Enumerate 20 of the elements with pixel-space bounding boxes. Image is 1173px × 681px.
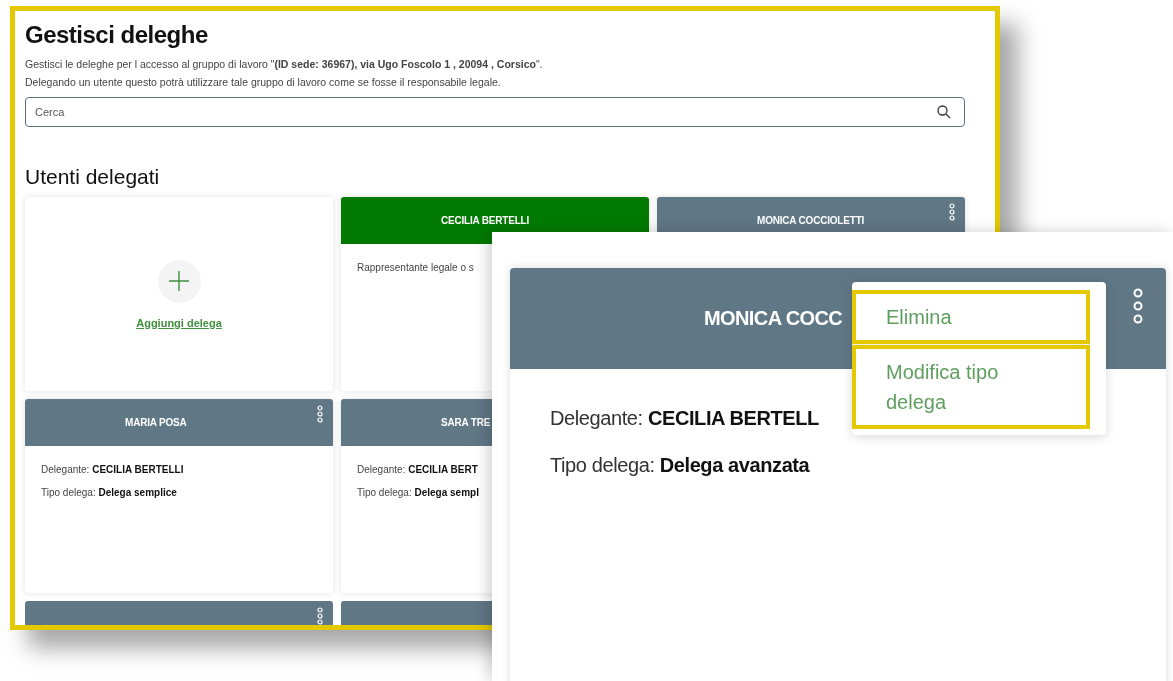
section-title: Utenti delegati <box>25 165 161 189</box>
card-text: Tipo delega: Delega avanzata <box>550 454 810 477</box>
card-text: Delegante: CECILIA BERTELLI <box>41 464 184 475</box>
intro-text: Gestisci le deleghe per l accesso al gruppo di lavoro "(ID sede: 36967), via Ugo Foscolo 1 , 20094 , Corsico". <box>25 57 544 71</box>
card-text: Tipo delega: Delega semplice <box>41 487 177 498</box>
card-text: Delegante: CECILIA BERT <box>357 464 478 475</box>
search-field[interactable]: Cerca <box>25 97 965 127</box>
user-name: MARIA POSA <box>125 417 187 428</box>
card-text: Delegante: CECILIA BERTELL <box>550 407 819 430</box>
add-delegation-link[interactable]: Aggiungi delega <box>136 316 222 329</box>
user-name: CECILIA BERTELLI <box>441 215 530 226</box>
note-text: Delegando un utente questo potrà utilizzare tale gruppo di lavoro come se fosse il responsabile legale. <box>25 75 502 89</box>
page-title: Gestisci deleghe <box>25 21 209 49</box>
menu-item[interactable]: Modifica tipo delega <box>852 344 1090 429</box>
menu-item[interactable]: Elimina <box>852 290 1090 344</box>
user-name: MONICA COCC <box>704 307 843 330</box>
card-text: Rappresentante legale o s <box>357 262 474 273</box>
user-name: MONICA COCCIOLETTI <box>757 215 865 226</box>
user-name: SARA TRE <box>441 417 491 428</box>
card-text: Tipo delega: Delega sempl <box>357 487 479 498</box>
